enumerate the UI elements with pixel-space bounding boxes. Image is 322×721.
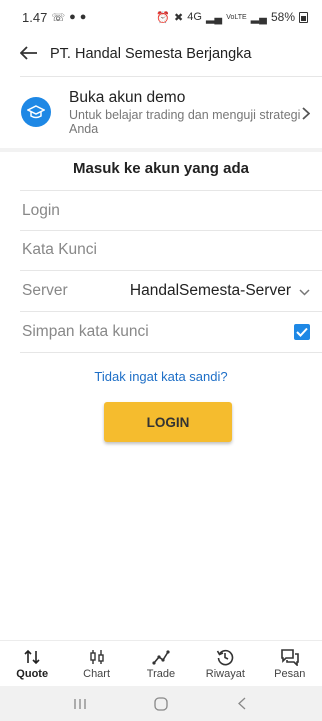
divider xyxy=(20,190,322,191)
signal-bars-icon-2: ▂▄ xyxy=(250,11,267,24)
status-time: 1.47 xyxy=(22,9,48,25)
nav-quote-label: Quote xyxy=(16,667,49,680)
quote-arrows-icon xyxy=(24,649,40,664)
app-notification-icon-2: ● xyxy=(79,11,87,23)
section-separator xyxy=(0,148,322,152)
save-password-label: Simpan kata kunci xyxy=(22,323,149,340)
candlestick-icon xyxy=(89,649,104,664)
demo-account-row[interactable]: Buka akun demo Untuk belajar trading dan… xyxy=(0,80,322,144)
chevron-right-icon xyxy=(302,104,311,125)
login-placeholder: Login xyxy=(22,202,60,219)
server-value: HandalSemesta-Server xyxy=(129,282,291,299)
chat-bubbles-icon xyxy=(280,648,299,666)
forgot-password-link[interactable]: Tidak ingat kata sandi? xyxy=(0,369,322,384)
server-value-wrap: HandalSemesta-Server xyxy=(130,282,310,300)
server-select[interactable]: Server HandalSemesta-Server xyxy=(22,272,310,310)
divider xyxy=(20,270,322,271)
alarm-icon: ⏰ xyxy=(156,11,171,24)
back-arrow-icon[interactable] xyxy=(19,43,46,66)
recent-apps-icon[interactable] xyxy=(60,698,100,710)
system-nav-bar xyxy=(0,686,322,721)
nav-history[interactable]: Riwayat xyxy=(195,641,255,686)
nav-trade-label: Trade xyxy=(146,667,176,680)
graduation-cap-icon xyxy=(21,97,51,127)
nav-chart-label: Chart xyxy=(83,667,111,680)
home-icon[interactable] xyxy=(141,696,181,711)
mute-icon: ✖ xyxy=(174,11,184,24)
chevron-down-icon xyxy=(299,284,310,299)
history-icon xyxy=(217,649,234,665)
status-bar: 1.47 ☏ ● ● ⏰ ✖ 4G ▂▄ VoLTE ▂▄ 58% xyxy=(0,0,322,34)
save-password-checkbox[interactable] xyxy=(294,324,310,340)
nav-messages-label: Pesan xyxy=(274,667,306,680)
battery-percent: 58% xyxy=(270,10,295,24)
demo-text: Buka akun demo Untuk belajar trading dan… xyxy=(69,89,301,136)
divider xyxy=(20,76,322,77)
password-input[interactable]: Kata Kunci xyxy=(22,231,310,269)
app-title: PT. Handal Semesta Berjangka xyxy=(50,46,252,62)
volte-icon: VoLTE xyxy=(226,13,247,21)
divider xyxy=(20,352,322,353)
nav-quote[interactable]: Quote xyxy=(2,641,62,686)
status-right: ⏰ ✖ 4G ▂▄ VoLTE ▂▄ 58% xyxy=(156,10,308,24)
nav-chart[interactable]: Chart xyxy=(67,641,127,686)
server-label: Server xyxy=(22,282,68,299)
whatsapp-icon: ☏ xyxy=(51,11,66,24)
signal-bars-icon: ▂▄ xyxy=(205,11,223,24)
demo-subtitle: Untuk belajar trading dan menguji strate… xyxy=(69,107,301,136)
nav-history-label: Riwayat xyxy=(205,667,245,680)
signal-4g-icon: 4G xyxy=(187,11,202,23)
app-bar: PT. Handal Semesta Berjangka xyxy=(0,34,322,74)
battery-icon xyxy=(299,11,308,23)
login-button[interactable]: LOGIN xyxy=(104,402,232,442)
section-title: Masuk ke akun yang ada xyxy=(73,160,249,177)
bottom-nav: Quote Chart Trade Riwayat Pesan xyxy=(0,640,322,686)
nav-messages[interactable]: Pesan xyxy=(260,641,320,686)
status-left: 1.47 ☏ ● ● xyxy=(22,10,86,25)
nav-trade[interactable]: Trade xyxy=(131,641,191,686)
save-password-row[interactable]: Simpan kata kunci xyxy=(22,313,310,351)
back-icon[interactable] xyxy=(222,697,262,710)
trend-line-icon xyxy=(152,649,170,665)
divider xyxy=(20,311,322,312)
login-input[interactable]: Login xyxy=(22,192,310,230)
password-placeholder: Kata Kunci xyxy=(22,241,97,258)
demo-title: Buka akun demo xyxy=(69,88,186,106)
app-notification-icon: ● xyxy=(69,11,76,23)
